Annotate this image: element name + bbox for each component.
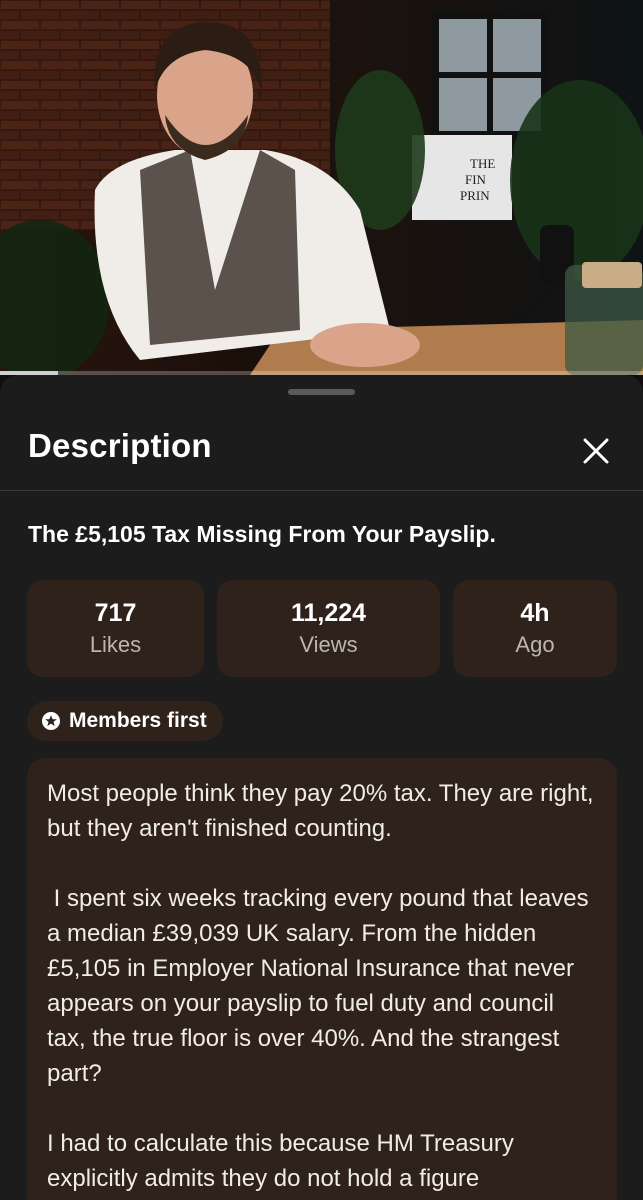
sheet-header: Description [0,405,643,491]
star-circle-icon [42,712,60,730]
video-player[interactable]: THE FIN PRIN [0,0,643,375]
stat-value: 717 [94,598,137,627]
badge-label: Members first [69,709,207,732]
video-thumbnail: THE FIN PRIN [0,0,643,375]
sign-line-3: PRIN [460,188,490,203]
stat-age: 4h Ago [453,580,617,677]
description-paragraph: I had to calculate this because HM Treas… [47,1130,514,1192]
stat-label: Views [299,631,358,657]
close-icon [583,438,609,464]
stat-likes: 717 Likes [27,580,204,677]
sheet-drag-handle[interactable] [288,389,355,395]
description-card: Most people think they pay 20% tax. They… [27,758,617,1200]
stat-value: 4h [520,598,550,627]
sheet-title: Description [28,427,212,464]
sign-line-2: FIN [465,172,487,187]
members-first-badge[interactable]: Members first [27,701,223,741]
close-button[interactable] [572,427,620,475]
description-sheet: Description The £5,105 Tax Missing From … [0,375,643,1200]
stat-label: Likes [89,631,142,657]
sign-line-1: THE [470,156,495,171]
stat-views: 11,224 Views [217,580,440,677]
stats-row: 717 Likes 11,224 Views 4h Ago [27,580,617,677]
stat-value: 11,224 [290,598,367,627]
video-title: The £5,105 Tax Missing From Your Payslip… [28,521,496,547]
description-paragraph: Most people think they pay 20% tax. They… [47,780,594,842]
stat-label: Ago [515,631,555,657]
description-paragraph: I spent six weeks tracking every pound t… [47,885,596,1087]
